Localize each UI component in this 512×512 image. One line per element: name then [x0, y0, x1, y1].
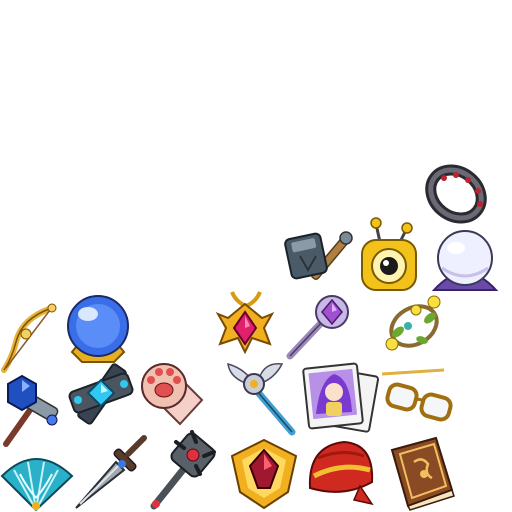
eye-orb-icon: [356, 216, 424, 292]
wreath-icon: [378, 292, 450, 356]
wand-icon: [282, 292, 354, 362]
hammer-icon: [282, 226, 358, 292]
crystal-ball-icon: [62, 294, 134, 364]
guard-icon: [66, 360, 136, 428]
photo-icon: [300, 362, 380, 436]
staff-icon: [226, 362, 298, 436]
crest-icon: [228, 436, 300, 510]
scepter-icon: [0, 372, 64, 448]
sprite-sheet: [0, 0, 512, 512]
crystal-ball-icon: [428, 228, 502, 292]
bow-icon: [0, 302, 62, 374]
book-icon: [384, 434, 458, 511]
mace-icon: [148, 430, 220, 510]
fan-icon: [0, 450, 76, 512]
amulet-icon: [212, 288, 278, 356]
sword-icon: [72, 432, 152, 512]
glasses-icon: [378, 366, 458, 426]
paw-icon: [140, 360, 210, 428]
hat-icon: [304, 436, 378, 510]
ring-icon: [422, 163, 490, 225]
